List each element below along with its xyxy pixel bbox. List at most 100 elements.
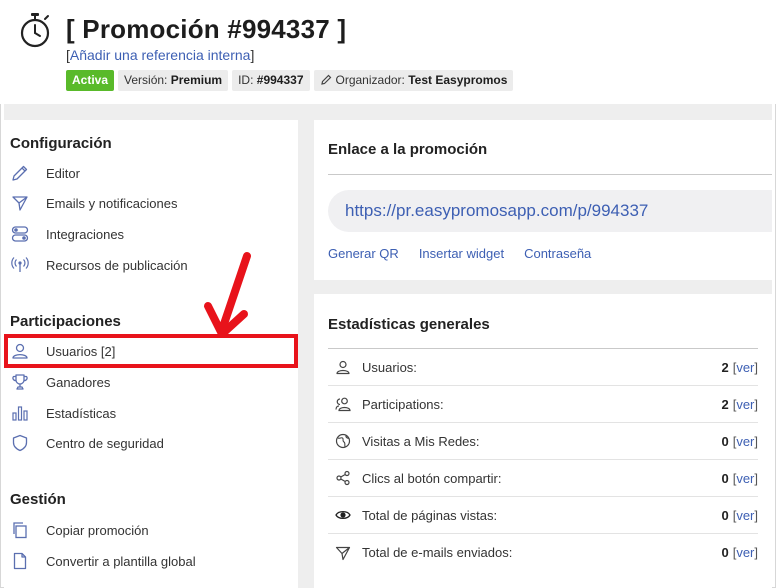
stat-view: [ver] [733, 397, 758, 412]
stat-view: [ver] [733, 545, 758, 560]
version-badge: Versión: Premium [118, 70, 229, 91]
stat-view: [ver] [733, 508, 758, 523]
view-link[interactable]: ver [736, 508, 754, 523]
broadcast-icon [10, 255, 30, 275]
shield-icon [10, 433, 30, 453]
stat-row-compartir: Clics al botón compartir: 0 [ver] [328, 460, 758, 497]
page-title: [ Promoción #994337 ] [66, 14, 347, 44]
stat-row-participations: Participations: 2 [ver] [328, 386, 758, 423]
sidebar-item-label: Copiar promoción [46, 522, 149, 538]
bracket: ] [754, 433, 758, 449]
stat-label: Clics al botón compartir: [362, 470, 502, 486]
generate-qr-link[interactable]: Generar QR [328, 246, 399, 261]
stopwatch-icon [20, 13, 50, 48]
stat-view: [ver] [733, 360, 758, 375]
pencil-icon [320, 74, 331, 85]
stat-label: Visitas a Mis Redes: [362, 433, 480, 449]
sidebar-item-seguridad[interactable]: Centro de seguridad [10, 430, 290, 456]
id-badge: ID: #994337 [232, 70, 310, 91]
pencil-icon [10, 163, 30, 183]
stat-value: 0 [721, 507, 729, 523]
sidebar-item-label: Emails y notificaciones [46, 195, 178, 211]
stat-row-usuarios: Usuarios: 2 [ver] [328, 349, 758, 386]
send-icon [334, 544, 352, 562]
insert-widget-link[interactable]: Insertar widget [419, 246, 504, 261]
eye-icon [334, 506, 352, 524]
stat-label: Total de páginas vistas: [362, 507, 498, 523]
bracket: ] [754, 507, 758, 523]
add-internal-reference-link[interactable]: Añadir una referencia interna [70, 47, 251, 63]
section-title-participaciones: Participaciones [10, 313, 121, 330]
sidebar-item-label: Integraciones [46, 226, 125, 242]
sidebar-item-label: Recursos de publicación [46, 257, 188, 273]
general-stats-card: Estadísticas generales Usuarios: 2 [ver]… [314, 294, 772, 588]
sidebar-item-estadisticas[interactable]: Estadísticas [10, 400, 290, 426]
general-stats-title: Estadísticas generales [328, 316, 490, 333]
sidebar-item-label: Ganadores [46, 374, 111, 390]
document-icon [10, 551, 30, 571]
bar-chart-icon [10, 403, 30, 423]
organizer-value: Test Easypromos [408, 73, 508, 87]
promotion-header: [ Promoción #994337 ] [Añadir una refere… [0, 0, 776, 104]
bracket: ] [754, 359, 758, 375]
bracket: ] [754, 396, 758, 412]
stat-value: 2 [721, 396, 729, 412]
badge-bar: Activa Versión: Premium ID: #994337 Orga… [66, 70, 514, 91]
divider [328, 174, 772, 175]
stat-label: Participations: [362, 396, 444, 412]
ref-close-bracket: ] [250, 47, 255, 63]
password-link[interactable]: Contraseña [524, 246, 591, 261]
stat-row-paginas: Total de páginas vistas: 0 [ver] [328, 497, 758, 534]
stat-value: 2 [721, 359, 729, 375]
share-icon [334, 469, 352, 487]
bracket: ] [754, 470, 758, 486]
user-icon [334, 358, 352, 376]
toggles-icon [10, 224, 30, 244]
id-value: #994337 [256, 73, 304, 87]
sidebar-item-ganadores[interactable]: Ganadores [10, 369, 290, 395]
view-link[interactable]: ver [736, 360, 754, 375]
id-label: ID: [238, 73, 254, 87]
sidebar-item-convertir[interactable]: Convertir a plantilla global [10, 548, 290, 574]
promotion-link-actions: Generar QR Insertar widget Contraseña [328, 246, 591, 261]
sidebar-item-copiar[interactable]: Copiar promoción [10, 517, 290, 543]
organizer-label: Organizador: [335, 73, 405, 87]
users-icon [334, 395, 352, 413]
bracket: ] [754, 545, 758, 560]
sidebar-item-emails[interactable]: Emails y notificaciones [10, 190, 290, 216]
sidebar-item-label: Estadísticas [46, 405, 117, 421]
promotion-link-card: Enlace a la promoción https://pr.easypro… [314, 120, 772, 280]
trophy-icon [10, 372, 30, 392]
internal-reference: [Añadir una referencia interna] [66, 47, 254, 63]
stat-value: 0 [721, 545, 729, 560]
send-icon [10, 193, 30, 213]
view-link[interactable]: ver [736, 471, 754, 486]
stat-value: 0 [721, 470, 729, 486]
stat-row-visitas: Visitas a Mis Redes: 0 [ver] [328, 423, 758, 460]
stat-label: Total de e-mails enviados: [362, 545, 513, 560]
status-badge: Activa [66, 70, 115, 91]
view-link[interactable]: ver [736, 434, 754, 449]
view-link[interactable]: ver [736, 545, 754, 560]
promotion-link-title: Enlace a la promoción [328, 141, 488, 158]
sidebar-item-label: Centro de seguridad [46, 435, 164, 451]
sidebar-item-label: Editor [46, 165, 80, 181]
stat-label: Usuarios: [362, 359, 417, 375]
stat-value: 0 [721, 433, 729, 449]
section-title-configuracion: Configuración [10, 135, 112, 152]
stat-view: [ver] [733, 471, 758, 486]
view-link[interactable]: ver [736, 397, 754, 412]
organizer-badge[interactable]: Organizador: Test Easypromos [313, 70, 514, 91]
sidebar-item-integraciones[interactable]: Integraciones [10, 221, 290, 247]
promotion-url[interactable]: https://pr.easypromosapp.com/p/994337 [328, 190, 772, 232]
version-label: Versión: [124, 73, 168, 87]
red-arrow-icon [204, 252, 251, 338]
stat-view: [ver] [733, 434, 758, 449]
sidebar-item-label: Convertir a plantilla global [46, 553, 196, 569]
globe-icon [334, 432, 352, 450]
section-title-gestion: Gestión [10, 491, 66, 508]
sidebar-item-editor[interactable]: Editor [10, 160, 290, 186]
version-value: Premium [170, 73, 223, 87]
promotion-url-text[interactable]: https://pr.easypromosapp.com/p/994337 [345, 201, 648, 221]
stat-row-emails: Total de e-mails enviados: 0 [ver] [328, 534, 758, 571]
